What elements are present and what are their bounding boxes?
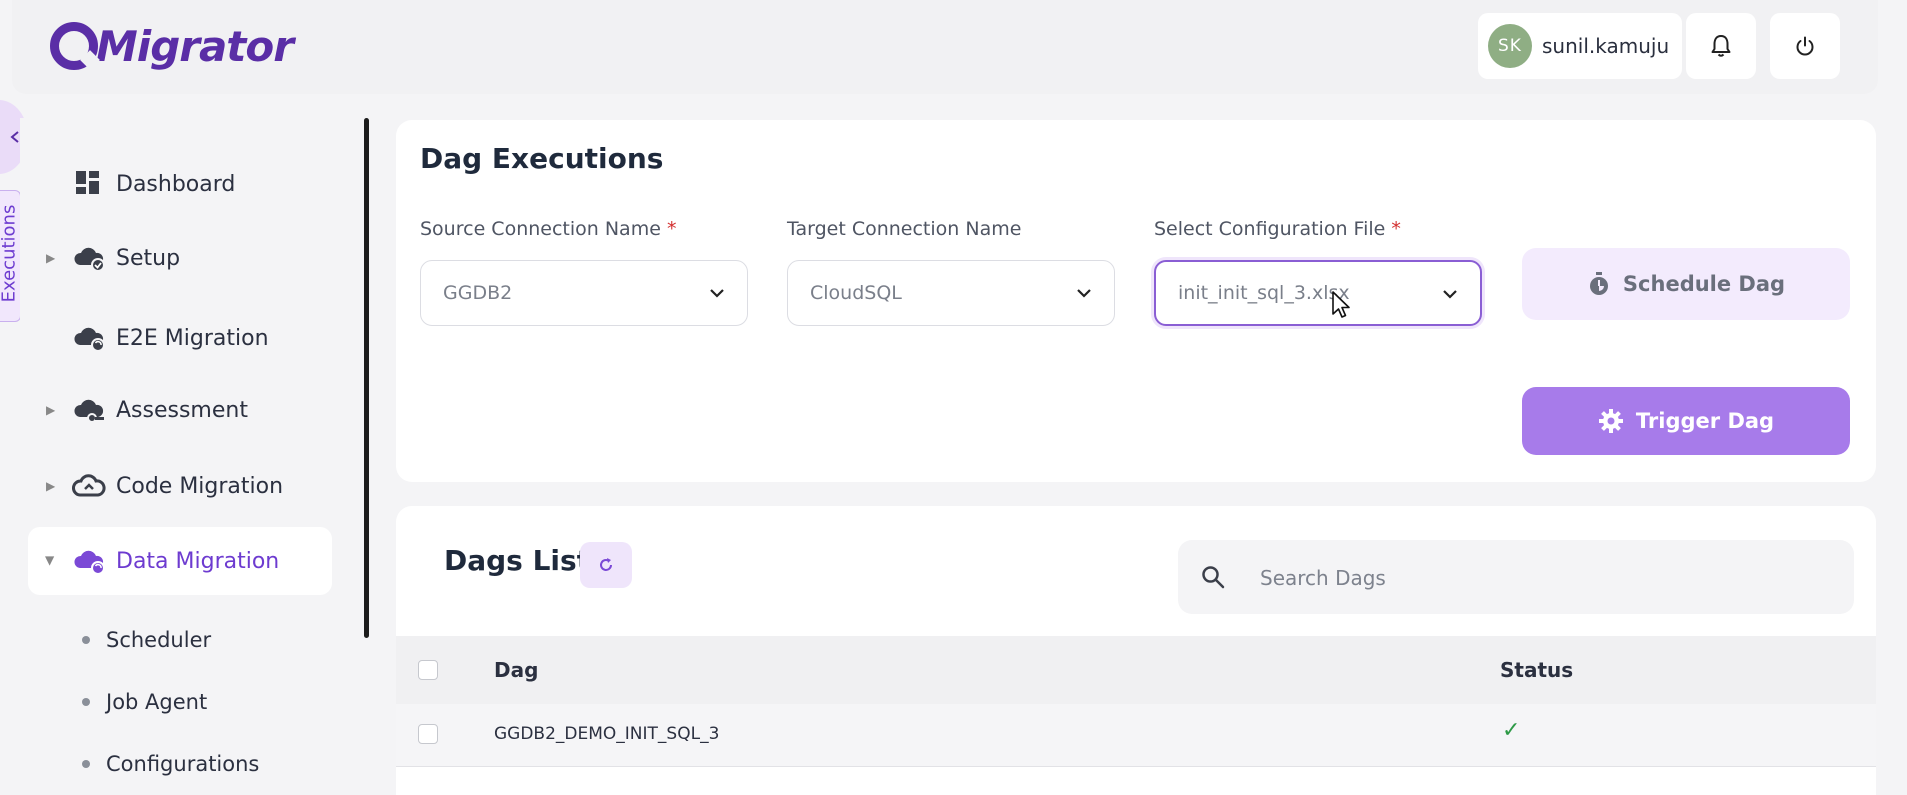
page-title: Dag Executions [420, 142, 664, 175]
refresh-icon [600, 558, 612, 571]
row-checkbox[interactable] [418, 724, 438, 744]
sidebar-item-code-migration[interactable]: ▶ Code Migration [28, 452, 332, 520]
subitem-label: Configurations [106, 752, 260, 776]
bullet-dot [82, 760, 90, 768]
side-tab-label: Executions [0, 204, 20, 303]
caret-down-icon: ▶ [43, 556, 58, 566]
trigger-dag-button[interactable]: Trigger Dag [1522, 387, 1850, 455]
sidebar-scrollbar[interactable] [364, 118, 369, 638]
config-file-select[interactable]: init_init_sql_3.xlsx [1154, 260, 1482, 326]
sidebar-item-label: Data Migration [116, 548, 280, 574]
refresh-button[interactable] [580, 542, 632, 588]
target-connection-select[interactable]: CloudSQL [787, 260, 1115, 326]
cloud-sync-icon [74, 327, 105, 352]
migrator-logo[interactable]: Migrator [50, 16, 294, 76]
sidebar-subitem-configurations[interactable]: Configurations [82, 752, 259, 776]
bullet-dot [82, 698, 90, 706]
bell-icon [1711, 35, 1731, 57]
sidebar-item-label: Code Migration [116, 473, 284, 499]
avatar: SK [1488, 24, 1532, 68]
sidebar-item-label: Dashboard [116, 171, 236, 197]
config-select-value: init_init_sql_3.xlsx [1178, 282, 1350, 304]
mouse-cursor-icon [1332, 291, 1350, 318]
timer-icon [1589, 272, 1608, 295]
schedule-dag-label: Schedule Dag [1622, 272, 1786, 296]
trigger-dag-label: Trigger Dag [1635, 409, 1775, 433]
sidebar: Dashboard ▶ Setup E2E Migration ▶ Assess… [20, 118, 372, 795]
search-dags-box [1178, 540, 1854, 614]
executions-side-tab[interactable]: Executions [0, 190, 21, 322]
required-asterisk: * [1391, 218, 1401, 240]
dag-name-cell: GGDB2_DEMO_INIT_SQL_3 [494, 724, 720, 744]
chevron-down-icon [1443, 290, 1457, 299]
subitem-label: Scheduler [106, 628, 212, 652]
target-label-text: Target Connection Name [787, 218, 1022, 240]
chevron-down-icon [1077, 289, 1091, 298]
dags-list-card: Dags List Dag Status GGDB2_DEMO_INIT_SQL… [396, 506, 1876, 795]
sidebar-item-dashboard[interactable]: Dashboard [28, 150, 332, 218]
config-label-text: Select Configuration File [1154, 218, 1386, 240]
source-label-text: Source Connection Name [420, 218, 661, 240]
chevron-down-icon [710, 289, 724, 298]
column-header-dag[interactable]: Dag [494, 658, 538, 682]
cloud-data-icon [74, 550, 105, 575]
logo-mark-icon [50, 22, 98, 70]
sidebar-item-label: E2E Migration [116, 325, 269, 351]
column-header-status[interactable]: Status [1500, 658, 1573, 682]
dashboard-icon [76, 171, 99, 194]
source-connection-label: Source Connection Name * [420, 218, 676, 240]
power-icon [1796, 36, 1814, 56]
sidebar-item-label: Assessment [116, 397, 248, 423]
sidebar-subitem-scheduler[interactable]: Scheduler [82, 628, 211, 652]
caret-right-icon: ▶ [46, 479, 56, 493]
cloud-key-icon [74, 399, 104, 423]
select-all-checkbox[interactable] [418, 660, 438, 680]
table-row[interactable]: GGDB2_DEMO_INIT_SQL_3 ✓ [396, 704, 1876, 767]
target-connection-label: Target Connection Name [787, 218, 1021, 240]
cloud-check-icon [74, 247, 105, 272]
dag-executions-card: Dag Executions Source Connection Name * … [396, 120, 1876, 482]
search-icon [1202, 566, 1225, 589]
subitem-label: Job Agent [106, 690, 208, 714]
notifications-button[interactable] [1686, 13, 1756, 79]
status-check-icon: ✓ [1502, 718, 1521, 743]
bullet-dot [82, 636, 90, 644]
sidebar-item-e2e-migration[interactable]: E2E Migration [28, 304, 332, 372]
table-header: Dag Status [396, 636, 1876, 705]
caret-right-icon: ▶ [46, 251, 56, 265]
logo-text: Migrator [96, 21, 294, 71]
caret-right-icon: ▶ [46, 403, 56, 417]
search-dags-input[interactable] [1258, 558, 1822, 598]
logout-button[interactable] [1770, 13, 1840, 79]
user-menu[interactable]: SK sunil.kamuju [1478, 13, 1682, 79]
config-file-label: Select Configuration File * [1154, 218, 1401, 240]
top-header: Migrator SK sunil.kamuju [12, 0, 1878, 94]
sidebar-item-assessment[interactable]: ▶ Assessment [28, 376, 332, 444]
sidebar-subitem-job-agent[interactable]: Job Agent [82, 690, 207, 714]
target-select-value: CloudSQL [810, 282, 902, 304]
cloud-code-icon [72, 474, 106, 497]
sidebar-item-label: Setup [116, 245, 181, 271]
required-asterisk: * [666, 218, 677, 240]
dags-list-title: Dags List [444, 544, 591, 577]
schedule-dag-button[interactable]: Schedule Dag [1522, 248, 1850, 320]
sidebar-item-data-migration[interactable]: ▶ Data Migration [28, 527, 332, 595]
source-connection-select[interactable]: GGDB2 [420, 260, 748, 326]
source-select-value: GGDB2 [443, 282, 513, 304]
gear-icon [1598, 409, 1623, 433]
sidebar-item-setup[interactable]: ▶ Setup [28, 224, 332, 292]
username: sunil.kamuju [1542, 34, 1670, 58]
